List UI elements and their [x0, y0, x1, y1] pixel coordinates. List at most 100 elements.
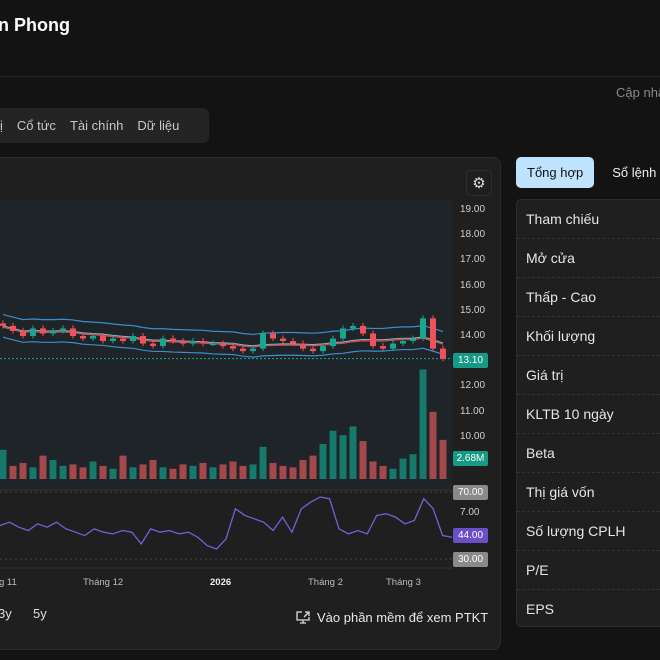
candle-body [10, 325, 16, 331]
tab-financials[interactable]: Tài chính [70, 118, 123, 133]
candle-body [400, 341, 406, 344]
candle-body [430, 318, 436, 349]
stat-row: Số lượng CPLH [517, 512, 660, 551]
volume-bar [29, 467, 37, 479]
section-tabs: ị Cổ tức Tài chính Dữ liệu [0, 108, 209, 143]
open-app-link[interactable]: Vào phần mềm để xem PTKT [296, 610, 488, 625]
volume-bar [39, 455, 47, 479]
open-app-label: Vào phần mềm để xem PTKT [317, 610, 489, 625]
candle-body [200, 341, 206, 344]
tab-order-book[interactable]: Sổ lệnh [612, 165, 656, 180]
candle-body [120, 338, 126, 342]
price-tick: 19.00 [460, 204, 486, 215]
volume-bar [159, 467, 167, 479]
tab-summary[interactable]: Tổng hợp [516, 157, 595, 188]
gear-icon[interactable]: ⚙ [466, 170, 492, 196]
volume-bar [89, 461, 97, 479]
volume-bar [209, 467, 217, 479]
candle-body [90, 336, 96, 339]
price-tick: 12.00 [460, 380, 486, 392]
x-label: g 11 [0, 577, 17, 588]
rsi-level-30: 30.00 [453, 552, 488, 567]
volume-bar [399, 458, 407, 479]
stat-row: P/E [517, 551, 660, 590]
side-tabs: Tổng hợp Sổ lệnh [516, 157, 656, 188]
stock-title: n Phong [0, 15, 70, 35]
candle-body [50, 330, 56, 334]
volume-bar [329, 430, 337, 479]
divider [0, 76, 660, 77]
candle-body [310, 348, 316, 352]
candle-body [370, 333, 376, 347]
candle-body [220, 343, 226, 347]
x-label: Tháng 2 [308, 577, 343, 588]
candle-body [20, 330, 26, 336]
candle-body [360, 325, 366, 334]
volume-bar [309, 455, 317, 479]
tab-dividends[interactable]: Cổ tức [17, 118, 56, 133]
candle-body [70, 328, 76, 336]
volume-bar [409, 454, 417, 479]
candle-body [330, 338, 336, 347]
stat-row: Thấp - Cao [517, 278, 660, 317]
stat-row: Mở cửa [517, 239, 660, 278]
volume-bar [199, 462, 207, 479]
candle-body [150, 343, 156, 347]
candle-body [60, 328, 66, 331]
candle-body [30, 328, 36, 336]
x-label: 2026 [210, 577, 232, 588]
volume-bar [169, 468, 177, 479]
volume-bar [9, 465, 17, 479]
volume-bar [299, 460, 307, 479]
candle-body [230, 346, 236, 349]
price-tick: 17.00 [460, 254, 486, 266]
volume-bar [229, 461, 237, 479]
candle-body [240, 348, 246, 352]
price-tick: 11.00 [460, 405, 485, 417]
volume-bar [429, 411, 437, 479]
volume-bar [179, 464, 187, 479]
price-tick: 15.00 [460, 304, 486, 316]
stat-row: Thị giá vốn [517, 473, 660, 512]
rsi-line [0, 496, 453, 550]
volume-bar [189, 465, 197, 479]
candle-body [290, 341, 296, 344]
volume-bar [79, 467, 87, 479]
candle-body [320, 346, 326, 352]
candle-body [180, 341, 186, 344]
volume-bar [69, 464, 77, 479]
volume-bar [0, 449, 7, 479]
candle-body [210, 343, 216, 346]
volume-bar [389, 468, 397, 479]
candle-body [160, 338, 166, 347]
tab-partial[interactable]: ị [0, 118, 3, 133]
candle-body [110, 338, 116, 342]
volume-bar [349, 426, 357, 479]
candle-body [100, 336, 106, 342]
volume-bar [119, 455, 127, 479]
range-5y-button[interactable]: 5y [33, 606, 47, 621]
volume-bar [59, 465, 67, 479]
candle-body [130, 336, 136, 342]
stat-row: EPS [526, 601, 555, 617]
volume-bar [269, 462, 277, 479]
candle-body [260, 333, 266, 349]
volume-bar [49, 460, 57, 479]
tab-data[interactable]: Dữ liệu [137, 118, 179, 133]
stat-row: Tham chiếu [517, 200, 660, 239]
volume-bar [339, 435, 347, 479]
candle-body [80, 336, 86, 339]
x-label: Tháng 3 [386, 577, 421, 588]
candle-body [300, 343, 306, 349]
last-price-tag: 13.10 [453, 353, 488, 368]
candle-body [270, 333, 276, 339]
price-chart[interactable] [0, 157, 500, 577]
volume-bar [249, 464, 257, 479]
range-3y-button[interactable]: 3y [0, 606, 12, 621]
candle-body [420, 318, 426, 339]
candle-body [140, 336, 146, 344]
volume-bar [359, 441, 367, 479]
volume-bar [149, 460, 157, 479]
candle-body [170, 338, 176, 342]
rsi-axis-label: 7.00 [460, 507, 480, 518]
